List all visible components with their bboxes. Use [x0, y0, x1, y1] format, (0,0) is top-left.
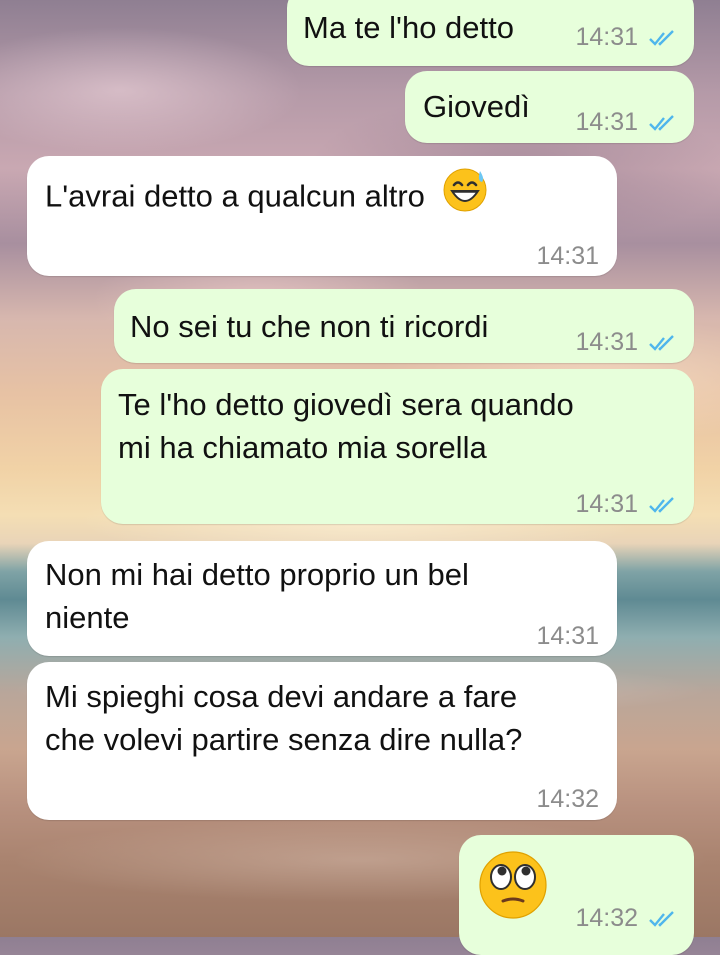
message-meta: 14:32	[536, 778, 599, 821]
message-meta: 14:31	[575, 483, 678, 526]
grinning-sweat-emoji-icon	[442, 167, 488, 224]
message-time: 14:32	[575, 904, 638, 932]
message-meta: 14:31	[536, 235, 599, 278]
message-time: 14:32	[536, 785, 599, 813]
message-text: Te l'ho detto giovedì sera quando mi ha …	[118, 383, 574, 469]
message-bubble-outgoing[interactable]: No sei tu che non ti ricordi 14:31	[114, 289, 694, 363]
message-time: 14:31	[536, 622, 599, 650]
message-meta: 14:31	[575, 16, 678, 59]
message-bubble-incoming[interactable]: Non mi hai detto proprio un bel niente 1…	[27, 541, 617, 656]
message-text-line: Non mi hai detto proprio un bel	[45, 557, 469, 592]
message-meta: 14:31	[575, 101, 678, 144]
read-ticks-icon	[648, 910, 678, 928]
message-meta: 14:31	[536, 615, 599, 658]
message-text-line: Mi spieghi cosa devi andare a fare	[45, 679, 518, 714]
message-text: No sei tu che non ti ricordi	[130, 309, 489, 344]
message-text: Ma te l'ho detto	[303, 10, 514, 45]
message-meta: 14:32	[575, 897, 678, 940]
message-bubble-outgoing[interactable]: Ma te l'ho detto 14:31	[287, 0, 694, 66]
message-meta: 14:31	[575, 321, 678, 364]
message-text: Non mi hai detto proprio un bel niente	[45, 553, 469, 639]
message-time: 14:31	[575, 328, 638, 356]
message-text-line: mi ha chiamato mia sorella	[118, 430, 487, 465]
message-text: L'avrai detto a qualcun altro	[45, 178, 425, 214]
message-text: Mi spieghi cosa devi andare a fare che v…	[45, 675, 522, 761]
message-bubble-incoming[interactable]: Mi spieghi cosa devi andare a fare che v…	[27, 662, 617, 820]
read-ticks-icon	[648, 496, 678, 514]
message-text: Giovedì	[423, 89, 530, 124]
message-time: 14:31	[575, 490, 638, 518]
rolling-eyes-emoji-icon	[477, 849, 549, 932]
message-time: 14:31	[536, 242, 599, 270]
message-bubble-incoming[interactable]: L'avrai detto a qualcun altro 14:31	[27, 156, 617, 276]
read-ticks-icon	[648, 29, 678, 47]
message-text-line: niente	[45, 600, 130, 635]
read-ticks-icon	[648, 114, 678, 132]
message-text-line: Te l'ho detto giovedì sera quando	[118, 387, 574, 422]
message-text-line: che volevi partire senza dire nulla?	[45, 722, 523, 757]
message-text-line: L'avrai detto a qualcun altro	[45, 168, 488, 224]
message-bubble-outgoing[interactable]: 14:32	[459, 835, 694, 955]
read-ticks-icon	[648, 334, 678, 352]
message-bubble-outgoing[interactable]: Giovedì 14:31	[405, 71, 694, 143]
message-bubble-outgoing[interactable]: Te l'ho detto giovedì sera quando mi ha …	[101, 369, 694, 524]
message-time: 14:31	[575, 23, 638, 51]
message-time: 14:31	[575, 108, 638, 136]
